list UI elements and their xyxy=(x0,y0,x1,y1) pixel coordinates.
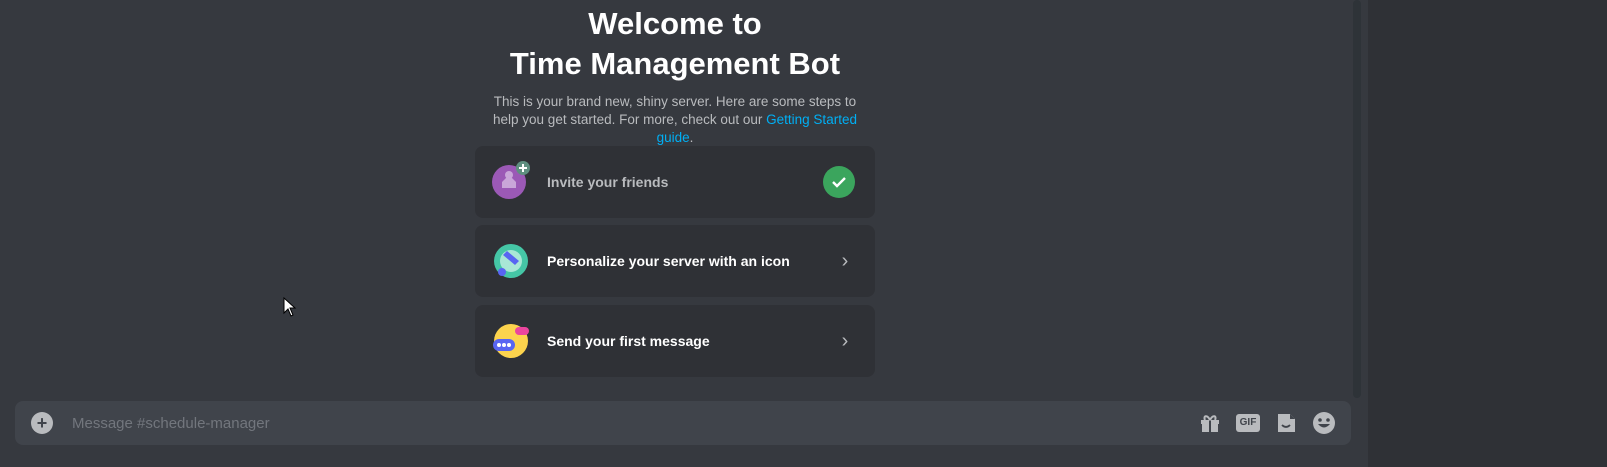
card-personalize-server[interactable]: Personalize your server with an icon › xyxy=(475,225,875,297)
subtitle-end: . xyxy=(689,130,694,145)
message-composer: + GIF xyxy=(15,401,1351,445)
card-label: Invite your friends xyxy=(547,174,669,190)
plus-icon[interactable]: + xyxy=(31,412,53,434)
sticker-icon[interactable] xyxy=(1273,410,1299,436)
card-label: Personalize your server with an icon xyxy=(547,253,790,269)
main-chat-area: Welcome to Time Management Bot This is y… xyxy=(0,0,1368,467)
card-send-first-message[interactable]: Send your first message › xyxy=(475,305,875,377)
card-label: Send your first message xyxy=(547,333,710,349)
gif-label: GIF xyxy=(1235,414,1261,432)
welcome-section: Welcome to Time Management Bot This is y… xyxy=(460,0,890,147)
welcome-subtitle: This is your brand new, shiny server. He… xyxy=(480,93,870,147)
welcome-title: Welcome to Time Management Bot xyxy=(460,4,890,84)
invite-friends-icon xyxy=(492,161,530,200)
scrollbar[interactable] xyxy=(1353,0,1361,398)
mouse-cursor-icon xyxy=(283,296,297,322)
chat-bubble-icon xyxy=(493,323,529,359)
card-invite-friends[interactable]: Invite your friends xyxy=(475,146,875,218)
gif-button[interactable]: GIF xyxy=(1235,410,1261,436)
paintbrush-icon xyxy=(493,243,529,279)
welcome-title-line2: Time Management Bot xyxy=(509,46,841,81)
gift-icon[interactable] xyxy=(1197,410,1223,436)
chevron-right-icon: › xyxy=(841,249,849,272)
emoji-icon[interactable] xyxy=(1311,410,1337,436)
welcome-title-line1: Welcome to xyxy=(588,6,762,41)
chevron-right-icon: › xyxy=(841,329,849,352)
checkmark-icon xyxy=(823,166,855,198)
right-panel xyxy=(1368,0,1607,467)
message-input[interactable] xyxy=(70,413,1197,433)
